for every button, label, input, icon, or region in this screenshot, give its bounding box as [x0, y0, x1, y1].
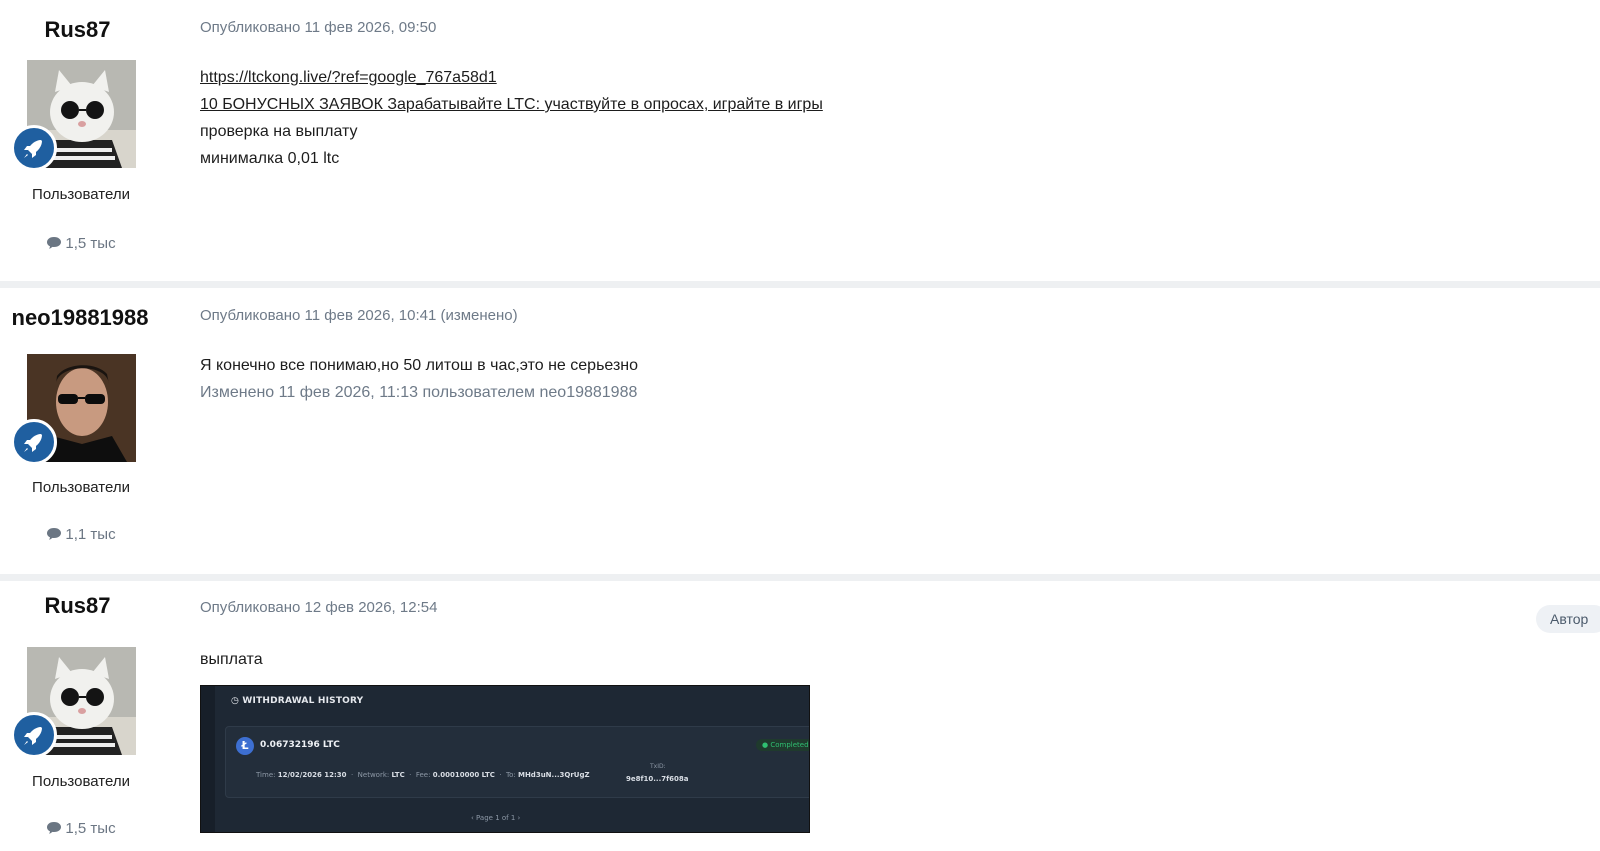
post-count: 1,5 тыс [0, 820, 162, 837]
clock-icon: ◷ [231, 696, 243, 706]
post-count-value: 1,5 тыс [65, 820, 116, 837]
comment-icon [47, 237, 62, 249]
author-name[interactable]: Rus87 [0, 593, 155, 619]
post-date[interactable]: Опубликовано 11 фев 2026, 10:41 (изменен… [200, 307, 518, 324]
rocket-icon [11, 712, 57, 758]
user-group: Пользователи [32, 186, 130, 203]
edited-note: Изменено 11 фев 2026, 11:13 пользователе… [200, 384, 638, 401]
author-name[interactable]: Rus87 [0, 17, 155, 43]
post-separator [0, 281, 1600, 288]
post-separator [0, 574, 1600, 581]
post-text-line: проверка на выплату [200, 123, 358, 140]
post-date[interactable]: Опубликовано 11 фев 2026, 09:50 [200, 19, 436, 36]
withdrawal-amount: 0.06732196 LTC [260, 740, 340, 750]
bonus-link[interactable]: 10 БОНУСНЫХ ЗАЯВОК Зарабатывайте LTC: уч… [200, 96, 823, 113]
referral-link[interactable]: https://ltckong.live/?ref=google_767a58d… [200, 69, 497, 86]
withdrawal-card: Ł 0.06732196 LTC ● Completed Time: 12/02… [225, 726, 809, 798]
litecoin-icon: Ł [236, 737, 254, 755]
user-group: Пользователи [32, 479, 130, 496]
withdrawal-screenshot[interactable]: ◷ WITHDRAWAL HISTORY Ł 0.06732196 LTC ● … [200, 685, 810, 833]
post-count: 1,5 тыс [0, 235, 162, 252]
rocket-icon [11, 125, 57, 171]
post-content: выплата [200, 646, 263, 673]
post-content: https://ltckong.live/?ref=google_767a58d… [200, 64, 823, 172]
post-count-value: 1,1 тыс [65, 526, 116, 543]
comment-icon [47, 528, 62, 540]
post-count-value: 1,5 тыс [65, 235, 116, 252]
withdrawal-history-header: ◷ WITHDRAWAL HISTORY [231, 696, 364, 706]
txid-value: 9e8f10...7f608a [626, 775, 689, 783]
author-name[interactable]: neo19881988 [0, 305, 160, 331]
withdrawal-details: Time: 12/02/2026 12:30 · Network: LTC · … [256, 771, 590, 779]
user-group: Пользователи [32, 773, 130, 790]
txid-label: TxID: [650, 763, 666, 770]
post-text-line: Я конечно все понимаю,но 50 литош в час,… [200, 357, 639, 374]
post: Rus87 Пользователи 1,5 тыс Опубликовано … [0, 0, 1600, 281]
comment-icon [47, 822, 62, 834]
rocket-icon [11, 419, 57, 465]
post-content: Я конечно все понимаю,но 50 литош в час,… [200, 352, 638, 406]
status-badge: ● Completed [756, 739, 809, 751]
screenshot-sidebar [201, 686, 215, 832]
post-count: 1,1 тыс [0, 526, 162, 543]
post-text-line: минималка 0,01 ltc [200, 150, 340, 167]
post-date[interactable]: Опубликовано 12 фев 2026, 12:54 [200, 599, 437, 616]
post-text-line: выплата [200, 651, 263, 668]
pagination: ‹ Page 1 of 1 › [471, 814, 521, 822]
post: neo19881988 Пользователи 1,1 тыс Опублик… [0, 288, 1600, 574]
author-badge: Автор [1536, 605, 1600, 633]
